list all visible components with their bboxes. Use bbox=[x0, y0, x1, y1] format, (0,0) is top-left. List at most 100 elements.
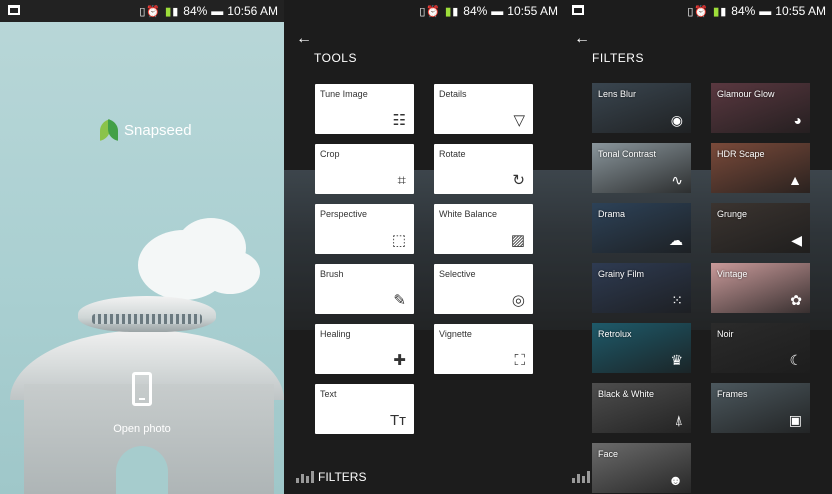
filter-label: Glamour Glow bbox=[717, 89, 775, 99]
filters-tab[interactable]: FILTERS bbox=[284, 460, 564, 494]
retrolux-icon: ♛ bbox=[670, 352, 683, 368]
tool-crop[interactable]: Crop ⌗ bbox=[315, 144, 414, 194]
megaphone-icon: ◀ bbox=[791, 232, 802, 248]
page-title: TOOLS bbox=[314, 51, 357, 65]
tool-label: Perspective bbox=[320, 209, 368, 219]
tool-label: Brush bbox=[320, 269, 344, 279]
white-balance-icon: ▨ bbox=[510, 232, 525, 249]
filter-label: Vintage bbox=[717, 269, 748, 279]
tool-label: White Balance bbox=[439, 209, 498, 219]
filter-label: Grunge bbox=[717, 209, 748, 219]
status-icons: ▯⏰ ▮▮ bbox=[687, 5, 728, 18]
tool-label: Text bbox=[320, 389, 337, 399]
eye-icon: ◕ bbox=[793, 112, 802, 128]
tool-perspective[interactable]: Perspective ⬚ bbox=[315, 204, 414, 254]
tower-icon: ⍋ bbox=[674, 412, 683, 428]
tool-label: Details bbox=[439, 89, 467, 99]
pulse-icon: ∿ bbox=[671, 172, 683, 188]
tool-label: Vignette bbox=[439, 329, 472, 339]
status-icons: ▯⏰ ▮▮ bbox=[419, 5, 460, 18]
battery-level: 84% bbox=[731, 4, 756, 18]
brush-icon: ✎ bbox=[393, 292, 406, 309]
status-icons: ▯⏰ ▮▮ bbox=[139, 5, 180, 18]
filter-retrolux[interactable]: Retrolux ♛ bbox=[592, 323, 691, 373]
clock: 10:56 AM bbox=[227, 4, 278, 18]
mountain-icon: ▲ bbox=[788, 172, 802, 188]
tools-screen: ▯⏰ ▮▮ 84% ▬ 10:55 AM ← TOOLS Tune Image ☷… bbox=[284, 0, 564, 494]
filter-noir[interactable]: Noir ☾ bbox=[711, 323, 810, 373]
tools-tab[interactable] bbox=[564, 460, 832, 494]
status-bar: ▯⏰ ▮▮ 84% ▬ 10:55 AM bbox=[564, 0, 832, 22]
triangle-down-icon: ▽ bbox=[513, 112, 525, 129]
app-logo: Snapseed bbox=[100, 118, 192, 142]
perspective-icon: ⬚ bbox=[391, 232, 406, 249]
filter-vintage[interactable]: Vintage ✿ bbox=[711, 263, 810, 313]
open-photo-label: Open photo bbox=[113, 423, 171, 435]
filter-label: Black & White bbox=[598, 389, 655, 399]
filter-label: Drama bbox=[598, 209, 626, 219]
status-bar: ▯⏰ ▮▮ 84% ▬ 10:56 AM bbox=[0, 0, 284, 22]
filter-glamour-glow[interactable]: Glamour Glow ◕ bbox=[711, 83, 810, 133]
filter-label: Frames bbox=[717, 389, 748, 399]
tool-label: Tune Image bbox=[320, 89, 368, 99]
tool-healing[interactable]: Healing ✚ bbox=[315, 324, 414, 374]
battery-level: 84% bbox=[183, 4, 208, 18]
filter-frames[interactable]: Frames ▣ bbox=[711, 383, 810, 433]
filters-screen: ▯⏰ ▮▮ 84% ▬ 10:55 AM ← FILTERS Lens Blur… bbox=[564, 0, 832, 494]
crop-icon: ⌗ bbox=[397, 172, 406, 189]
back-arrow-icon[interactable]: ← bbox=[296, 30, 312, 48]
tool-tune-image[interactable]: Tune Image ☷ bbox=[315, 84, 414, 134]
app-name: Snapseed bbox=[124, 121, 192, 139]
status-bar: ▯⏰ ▮▮ 84% ▬ 10:55 AM bbox=[284, 0, 564, 22]
filter-label: Lens Blur bbox=[598, 89, 637, 99]
battery-icon: ▬ bbox=[211, 4, 224, 18]
tower-arch bbox=[116, 446, 168, 494]
filter-label: Tonal Contrast bbox=[598, 149, 657, 159]
open-photo-button[interactable]: Open photo bbox=[92, 372, 192, 435]
filter-label: Grainy Film bbox=[598, 269, 645, 279]
back-arrow-icon[interactable]: ← bbox=[574, 30, 590, 48]
tool-label: Healing bbox=[320, 329, 351, 339]
tool-label: Crop bbox=[320, 149, 340, 159]
sliders-icon: ☷ bbox=[392, 112, 406, 129]
cloud-decoration bbox=[200, 250, 260, 294]
filter-label: Retrolux bbox=[598, 329, 632, 339]
tool-white-balance[interactable]: White Balance ▨ bbox=[434, 204, 533, 254]
tool-selective[interactable]: Selective ◎ bbox=[434, 264, 533, 314]
filter-black-white[interactable]: Black & White ⍋ bbox=[592, 383, 691, 433]
filter-drama[interactable]: Drama ☁ bbox=[592, 203, 691, 253]
tool-details[interactable]: Details ▽ bbox=[434, 84, 533, 134]
tool-label: Rotate bbox=[439, 149, 466, 159]
filter-tonal-contrast[interactable]: Tonal Contrast ∿ bbox=[592, 143, 691, 193]
filter-hdr-scape[interactable]: HDR Scape ▲ bbox=[711, 143, 810, 193]
splash-screen: ▯⏰ ▮▮ 84% ▬ 10:56 AM Snapseed Open photo bbox=[0, 0, 284, 494]
filter-label: Noir bbox=[717, 329, 734, 339]
tool-text[interactable]: Text Tт bbox=[315, 384, 414, 434]
phone-icon bbox=[132, 372, 152, 406]
bars-icon bbox=[296, 471, 314, 483]
text-icon: Tт bbox=[389, 412, 406, 429]
bandage-icon: ✚ bbox=[393, 352, 406, 369]
target-icon: ◉ bbox=[670, 112, 683, 128]
clock: 10:55 AM bbox=[775, 4, 826, 18]
notification-icon bbox=[572, 5, 584, 15]
battery-level: 84% bbox=[463, 4, 488, 18]
snapseed-leaf-icon bbox=[100, 118, 118, 142]
page-title: FILTERS bbox=[592, 51, 644, 65]
frame-icon: ▣ bbox=[788, 412, 802, 428]
selective-icon: ◎ bbox=[511, 292, 525, 309]
filter-grainy-film[interactable]: Grainy Film ⁙ bbox=[592, 263, 691, 313]
tool-brush[interactable]: Brush ✎ bbox=[315, 264, 414, 314]
filter-lens-blur[interactable]: Lens Blur ◉ bbox=[592, 83, 691, 133]
vignette-icon: ⛶ bbox=[514, 352, 525, 369]
battery-icon: ▬ bbox=[491, 4, 504, 18]
filter-label: Face bbox=[598, 449, 619, 459]
filters-tab-label: FILTERS bbox=[318, 470, 367, 484]
cloud-icon: ☁ bbox=[669, 232, 683, 248]
filter-label: HDR Scape bbox=[717, 149, 765, 159]
gear-icon: ✿ bbox=[790, 292, 802, 308]
tool-rotate[interactable]: Rotate ↻ bbox=[434, 144, 533, 194]
rotate-icon: ↻ bbox=[512, 172, 525, 189]
filter-grunge[interactable]: Grunge ◀ bbox=[711, 203, 810, 253]
tool-vignette[interactable]: Vignette ⛶ bbox=[434, 324, 533, 374]
